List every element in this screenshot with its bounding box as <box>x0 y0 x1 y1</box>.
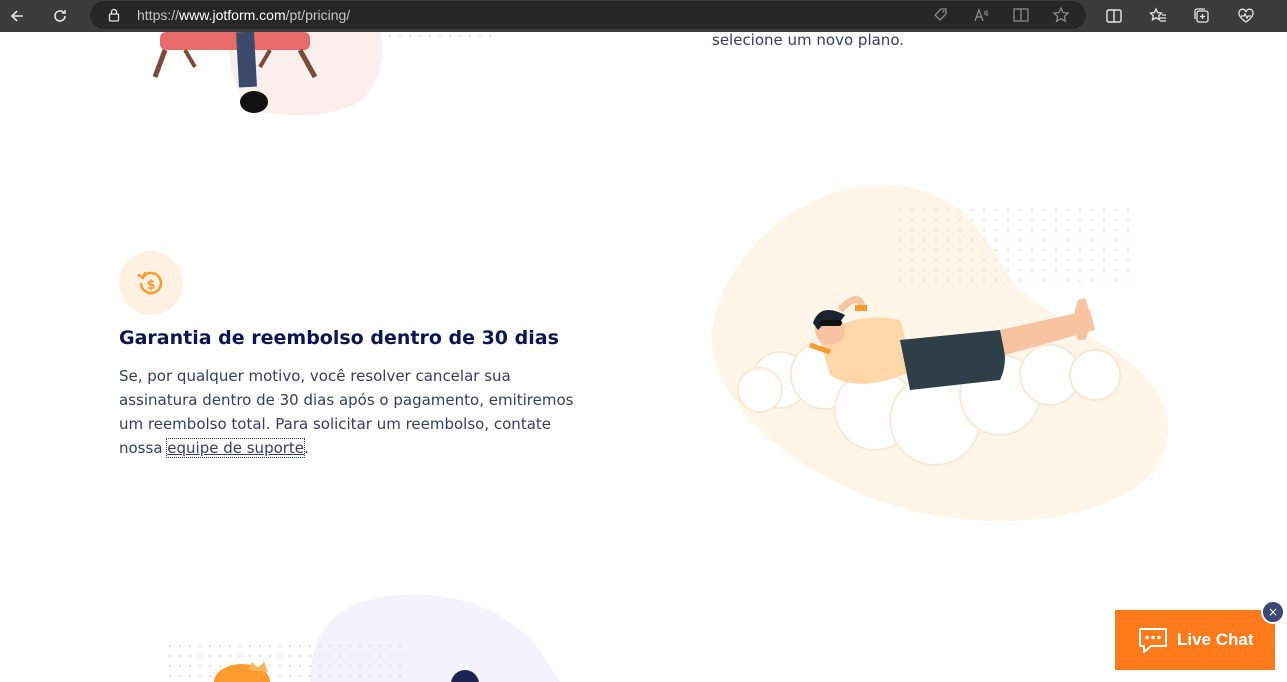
favorites-button[interactable] <box>1145 4 1171 28</box>
url-text: https://www.jotform.com/pt/pricing/ <box>137 7 351 23</box>
refund-title: Garantia de reembolso dentro de 30 dias <box>119 327 559 349</box>
refund-description: Se, por qualquer motivo, você resolver c… <box>119 367 574 458</box>
split-screen-button[interactable] <box>1101 4 1127 28</box>
cat-and-person-illustration <box>168 594 560 682</box>
reload-icon <box>54 10 66 22</box>
previous-section-text: selecione um novo plano. <box>712 31 904 49</box>
address-bar[interactable]: https://www.jotform.com/pt/pricing/ <box>90 1 1086 29</box>
person-in-chair-illustration <box>152 32 492 116</box>
back-button[interactable] <box>4 4 30 28</box>
refund-badge: $ <box>119 251 183 315</box>
relaxing-on-cloud-illustration <box>711 184 1168 522</box>
support-team-link[interactable]: equipe de suporte <box>166 438 306 458</box>
heart-pulse-icon <box>1238 8 1254 23</box>
back-arrow-icon <box>10 10 23 22</box>
chat-bubble-icon <box>1139 628 1167 653</box>
reload-button[interactable] <box>47 4 73 28</box>
lock-icon <box>108 8 120 22</box>
browser-toolbar: https://www.jotform.com/pt/pricing/ <box>0 0 1287 32</box>
immersive-reader-icon[interactable] <box>1011 6 1031 24</box>
favorites-list-icon <box>1149 7 1166 22</box>
collections-button[interactable] <box>1189 4 1215 28</box>
read-aloud-icon[interactable] <box>971 6 991 24</box>
browser-essentials-button[interactable] <box>1233 4 1259 28</box>
close-chat-button[interactable]: × <box>1261 600 1285 624</box>
svg-text:$: $ <box>146 278 155 293</box>
live-chat-button[interactable]: Live Chat <box>1115 610 1275 670</box>
live-chat-label: Live Chat <box>1177 630 1254 649</box>
favorite-star-icon[interactable] <box>1051 6 1071 24</box>
tag-icon[interactable] <box>931 6 951 24</box>
split-screen-icon <box>1106 9 1122 23</box>
collections-icon <box>1194 8 1209 23</box>
money-back-icon: $ <box>137 271 163 295</box>
